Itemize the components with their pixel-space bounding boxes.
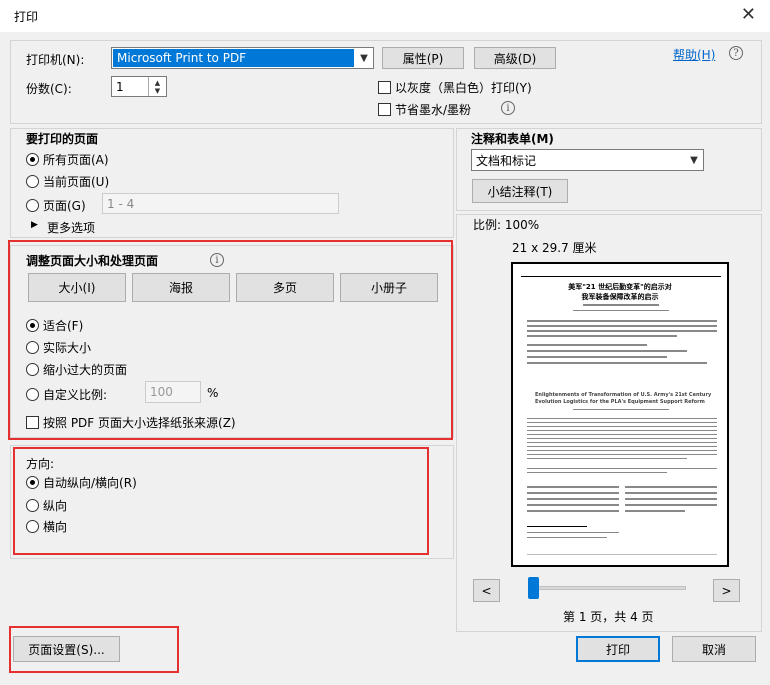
page-keywords-line bbox=[527, 350, 687, 352]
paper-size-label: 21 x 29.7 厘米 bbox=[512, 241, 597, 255]
page-en-keywords-line bbox=[527, 468, 717, 469]
page-en-abstract-line bbox=[527, 434, 717, 435]
page-cn-title-2: 我军装备保障改革的启示 bbox=[581, 293, 659, 301]
advanced-button[interactable]: 高级(D) bbox=[474, 47, 556, 69]
stepper-arrows-icon[interactable]: ▲ ▼ bbox=[148, 77, 166, 96]
page-slider-thumb[interactable] bbox=[528, 577, 539, 599]
page-col1-line bbox=[527, 504, 619, 506]
page-en-abstract-line bbox=[527, 426, 717, 427]
page-col1-line bbox=[527, 492, 619, 494]
page-abstract-line bbox=[527, 325, 717, 327]
grayscale-checkbox[interactable]: 以灰度（黑白色）打印(Y) bbox=[378, 79, 532, 96]
radio-all-pages-label: 所有页面(A) bbox=[43, 153, 109, 167]
printer-label: 打印机(N): bbox=[26, 53, 85, 67]
summarize-comments-button[interactable]: 小结注释(T) bbox=[472, 179, 568, 203]
page-col1-line bbox=[527, 486, 619, 488]
page-keywords-line bbox=[527, 362, 707, 364]
page-col1-line bbox=[527, 510, 619, 512]
page-footnote-line bbox=[527, 537, 607, 538]
close-icon[interactable]: ✕ bbox=[741, 4, 756, 25]
page-footnote-rule bbox=[527, 526, 587, 527]
page-en-abstract-line bbox=[527, 422, 717, 423]
page-en-keywords-line bbox=[527, 472, 667, 473]
comments-title: 注释和表单(M) bbox=[471, 132, 554, 146]
page-col2-line bbox=[625, 504, 717, 506]
help-link[interactable]: 帮助(H) bbox=[673, 46, 715, 63]
page-col2-line bbox=[625, 498, 717, 500]
preview-page: 美军"21 世纪后勤变革"的启示对 我军装备保障改革的启示 Enlightenm… bbox=[511, 262, 729, 567]
highlight-sizing bbox=[8, 240, 453, 440]
page-en-author-line bbox=[573, 409, 669, 410]
page-en-title-2: Evolution Logistics for the PLA's Equipm… bbox=[535, 399, 705, 405]
print-button[interactable]: 打印 bbox=[576, 636, 660, 662]
printer-select[interactable]: Microsoft Print to PDF ▼ bbox=[111, 47, 374, 69]
comments-selected: 文档和标记 bbox=[476, 153, 537, 168]
copies-label: 份数(C): bbox=[26, 82, 72, 96]
cancel-button[interactable]: 取消 bbox=[672, 636, 756, 662]
radio-pages-dot[interactable] bbox=[26, 199, 39, 212]
printer-selected: Microsoft Print to PDF bbox=[113, 49, 354, 67]
page-abstract-line bbox=[527, 320, 717, 322]
page-col1-line bbox=[527, 498, 619, 500]
scale-label: 比例: 100% bbox=[473, 218, 540, 232]
page-en-abstract-line bbox=[527, 454, 717, 455]
page-col2-line bbox=[625, 486, 717, 488]
pages-range-input[interactable]: 1 - 4 bbox=[102, 193, 339, 214]
next-page-button[interactable]: > bbox=[713, 579, 740, 602]
radio-current-page-label: 当前页面(U) bbox=[43, 175, 110, 189]
page-affil-line bbox=[573, 310, 669, 311]
page-slider-track[interactable] bbox=[528, 586, 686, 590]
page-en-title: Enlightenments of Transformation of U.S.… bbox=[535, 392, 712, 398]
page-header-rule bbox=[521, 276, 721, 277]
page-en-abstract-line bbox=[527, 430, 717, 431]
pages-title: 要打印的页面 bbox=[26, 132, 99, 146]
page-cn-title-1: 美军"21 世纪后勤变革"的启示对 bbox=[568, 283, 672, 291]
window-title: 打印 bbox=[14, 10, 39, 24]
save-ink-info-icon[interactable]: i bbox=[501, 101, 515, 115]
save-ink-box[interactable] bbox=[378, 103, 391, 116]
page-en-abstract-line bbox=[527, 450, 717, 451]
highlight-page-setup bbox=[9, 626, 179, 673]
grayscale-label: 以灰度（黑白色）打印(Y) bbox=[395, 81, 532, 95]
radio-all-pages[interactable]: 所有页面(A) bbox=[26, 151, 109, 168]
page-en-abstract-line bbox=[527, 442, 717, 443]
radio-pages[interactable]: 页面(G) bbox=[26, 197, 86, 214]
more-options-link[interactable]: 更多选项 bbox=[47, 219, 95, 236]
page-col2-line bbox=[625, 510, 685, 512]
page-author-line bbox=[583, 304, 659, 306]
properties-button[interactable]: 属性(P) bbox=[382, 47, 464, 69]
radio-current-page[interactable]: 当前页面(U) bbox=[26, 173, 109, 190]
prev-page-button[interactable]: < bbox=[473, 579, 500, 602]
page-en-abstract-line bbox=[527, 446, 717, 447]
page-keywords-line bbox=[527, 356, 667, 358]
page-keywords-line bbox=[527, 344, 647, 346]
pages-range-placeholder: 1 - 4 bbox=[107, 196, 135, 211]
chevron-down-icon: ▼ bbox=[690, 154, 698, 166]
page-footnote-line bbox=[527, 532, 619, 533]
page-en-abstract-line bbox=[527, 458, 687, 459]
save-ink-checkbox[interactable]: 节省墨水/墨粉 bbox=[378, 101, 471, 118]
copies-stepper[interactable]: 1 ▲ ▼ bbox=[111, 76, 167, 97]
page-status: 第 1 页，共 4 页 bbox=[563, 610, 654, 624]
radio-all-pages-dot[interactable] bbox=[26, 153, 39, 166]
page-copyright-line bbox=[527, 554, 717, 555]
save-ink-label: 节省墨水/墨粉 bbox=[395, 103, 472, 117]
chevron-down-icon: ▼ bbox=[360, 52, 368, 64]
highlight-orientation bbox=[13, 447, 429, 555]
page-col2-line bbox=[625, 492, 717, 494]
copies-value: 1 bbox=[116, 79, 124, 94]
page-abstract-line bbox=[527, 330, 717, 332]
radio-current-page-dot[interactable] bbox=[26, 175, 39, 188]
page-en-abstract-line bbox=[527, 418, 717, 419]
comments-select[interactable]: 文档和标记 ▼ bbox=[471, 149, 704, 171]
grayscale-box[interactable] bbox=[378, 81, 391, 94]
expand-triangle-icon[interactable]: ▶ bbox=[31, 220, 38, 230]
radio-pages-label: 页面(G) bbox=[43, 199, 86, 213]
title-bar: 打印 ✕ bbox=[0, 0, 770, 32]
page-en-abstract-line bbox=[527, 438, 717, 439]
help-info-icon[interactable]: ? bbox=[729, 46, 743, 60]
page-abstract-line bbox=[527, 335, 677, 337]
